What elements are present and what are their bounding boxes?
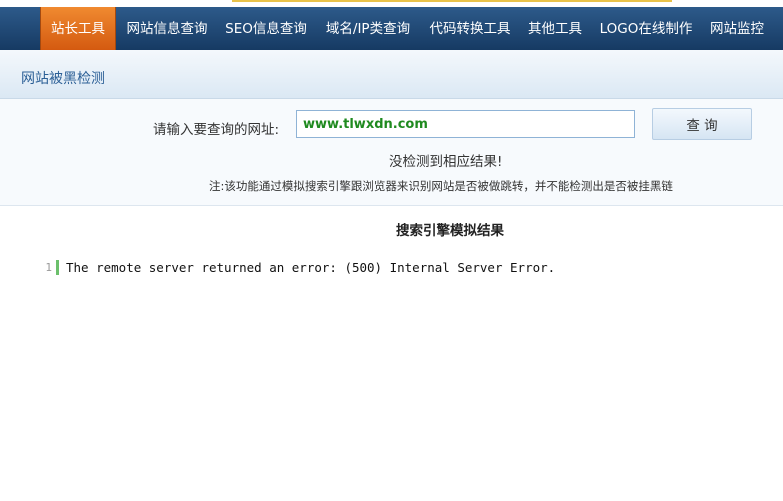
nav-item-seo-info[interactable]: SEO信息查询: [220, 7, 312, 50]
results-title: 搜索引擎模拟结果: [396, 223, 504, 239]
top-strip: [0, 0, 783, 7]
query-panel: 请输入要查询的网址: 查 询 没检测到相应结果! 注:该功能通过模拟搜索引擎跟浏…: [0, 99, 783, 206]
nav-item-site-monitor[interactable]: 网站监控: [705, 7, 769, 50]
detection-note: 注:该功能通过模拟搜索引擎跟浏览器来识别网站是否被做跳转，并不能检测出是否被挂黑…: [209, 179, 673, 193]
url-input[interactable]: [296, 110, 635, 138]
nav-item-other-tools[interactable]: 其他工具: [523, 7, 587, 50]
page-header: 网站被黑检测: [0, 50, 783, 99]
query-button[interactable]: 查 询: [652, 108, 752, 140]
nav-item-code-convert[interactable]: 代码转换工具: [425, 7, 515, 50]
result-message: 没检测到相应结果!: [389, 154, 503, 170]
nav-item-webmaster-tools[interactable]: 站长工具: [40, 7, 116, 50]
nav-item-site-info[interactable]: 网站信息查询: [122, 7, 212, 50]
main-nav: 站长工具 网站信息查询 SEO信息查询 域名/IP类查询 代码转换工具 其他工具…: [0, 7, 783, 51]
line-text: The remote server returned an error: (50…: [66, 260, 556, 275]
top-accent-bar: [232, 0, 672, 2]
nav-item-logo-maker[interactable]: LOGO在线制作: [596, 7, 696, 50]
url-label: 请输入要查询的网址:: [153, 122, 280, 138]
nav-item-domain-ip[interactable]: 域名/IP类查询: [320, 7, 416, 50]
line-number: 1: [45, 261, 52, 274]
line-marker: [56, 260, 59, 275]
